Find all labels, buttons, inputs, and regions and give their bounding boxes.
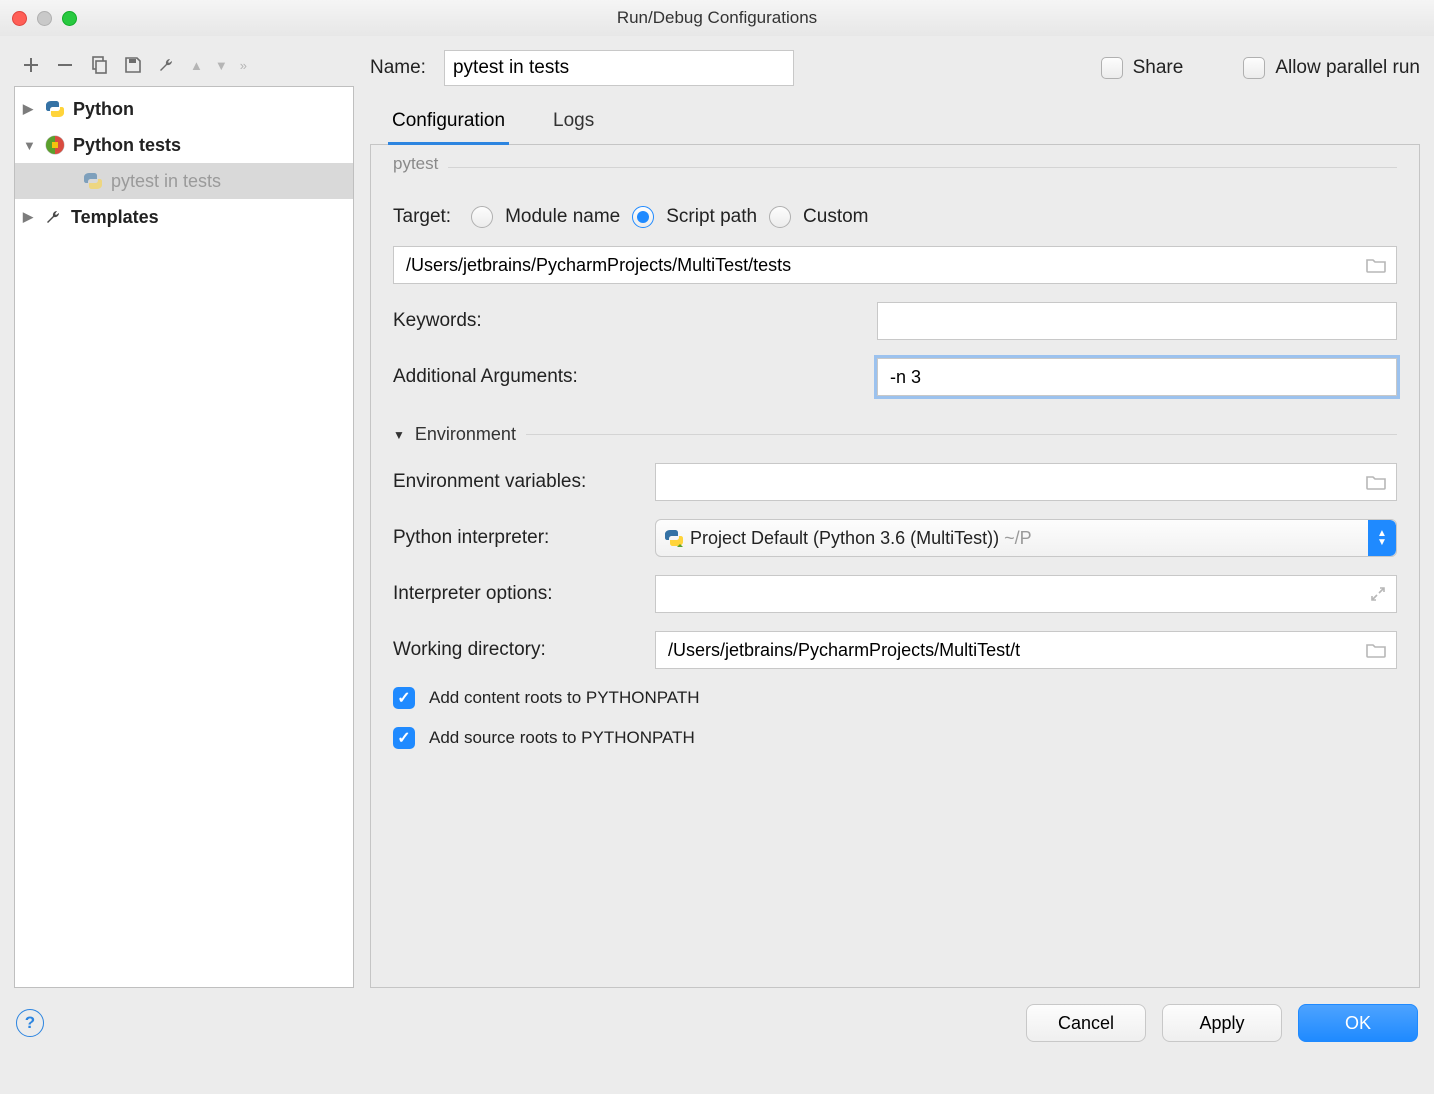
more-icon[interactable]: » [240, 58, 247, 73]
pytest-icon [83, 171, 103, 191]
source-roots-label: Add source roots to PYTHONPATH [429, 728, 695, 748]
wrench-icon [45, 208, 63, 226]
keywords-label: Keywords: [393, 310, 623, 332]
config-tree[interactable]: ▶ Python ▼ Python tests pytest in tests … [14, 86, 354, 988]
python-icon [664, 528, 684, 548]
browse-folder-icon[interactable] [1366, 642, 1386, 658]
cancel-button[interactable]: Cancel [1026, 1004, 1146, 1042]
config-toolbar: ▲ ▼ » [14, 50, 354, 86]
parallel-label: Allow parallel run [1275, 57, 1420, 79]
interpreter-value: Project Default (Python 3.6 (MultiTest)) [690, 528, 999, 548]
move-down-icon[interactable]: ▼ [215, 58, 228, 73]
name-input[interactable] [444, 50, 794, 86]
content-roots-label: Add content roots to PYTHONPATH [429, 688, 700, 708]
radio-label: Module name [505, 206, 620, 228]
share-checkbox[interactable] [1101, 57, 1123, 79]
args-label: Additional Arguments: [393, 366, 623, 388]
radio-label: Script path [666, 206, 757, 228]
copy-icon[interactable] [88, 54, 110, 76]
config-tabs: Configuration Logs [370, 104, 1420, 145]
radio-label: Custom [803, 206, 868, 228]
add-icon[interactable] [20, 54, 42, 76]
browse-folder-icon[interactable] [1366, 474, 1386, 490]
move-up-icon[interactable]: ▲ [190, 58, 203, 73]
collapse-icon: ▼ [393, 428, 405, 442]
args-field[interactable] [877, 358, 1397, 396]
expand-icon[interactable] [1370, 586, 1386, 602]
browse-folder-icon[interactable] [1366, 257, 1386, 273]
interpreter-dropdown[interactable]: Project Default (Python 3.6 (MultiTest))… [655, 519, 1397, 557]
wd-field[interactable] [655, 631, 1397, 669]
python-tests-icon [45, 135, 65, 155]
script-path-field[interactable] [393, 246, 1397, 284]
tree-node-python[interactable]: ▶ Python [15, 91, 353, 127]
share-label: Share [1133, 57, 1184, 79]
expand-icon[interactable]: ▶ [23, 101, 37, 117]
parallel-checkbox[interactable] [1243, 57, 1265, 79]
expand-icon[interactable]: ▶ [23, 209, 37, 225]
keywords-field[interactable] [877, 302, 1397, 340]
tree-label: Templates [71, 207, 159, 228]
apply-button[interactable]: Apply [1162, 1004, 1282, 1042]
ok-button[interactable]: OK [1298, 1004, 1418, 1042]
tree-leaf-pytest[interactable]: pytest in tests [15, 163, 353, 199]
window-title: Run/Debug Configurations [0, 8, 1434, 28]
interp-opts-field[interactable] [655, 575, 1397, 613]
interpreter-label: Python interpreter: [393, 527, 643, 549]
save-icon[interactable] [122, 54, 144, 76]
collapse-icon[interactable]: ▼ [23, 138, 37, 153]
radio-module-name[interactable] [471, 206, 493, 228]
envvars-field[interactable] [655, 463, 1397, 501]
help-button[interactable]: ? [16, 1009, 44, 1037]
source-roots-checkbox[interactable] [393, 727, 415, 749]
remove-icon[interactable] [54, 54, 76, 76]
tree-label: Python tests [73, 135, 181, 156]
radio-script-path[interactable] [632, 206, 654, 228]
tree-label: Python [73, 99, 134, 120]
tab-logs[interactable]: Logs [549, 104, 598, 144]
target-label: Target: [393, 206, 451, 228]
environment-section-toggle[interactable]: ▼ Environment [393, 424, 1397, 445]
pytest-group-label: pytest [393, 154, 448, 174]
interp-opts-label: Interpreter options: [393, 583, 643, 605]
envvars-input[interactable] [666, 466, 1366, 498]
python-icon [45, 99, 65, 119]
tree-node-templates[interactable]: ▶ Templates [15, 199, 353, 235]
interp-opts-input[interactable] [666, 578, 1370, 610]
interpreter-path-dim: ~/P [999, 528, 1032, 548]
radio-custom[interactable] [769, 206, 791, 228]
wd-label: Working directory: [393, 639, 643, 661]
keywords-input[interactable] [888, 305, 1386, 337]
args-input[interactable] [888, 361, 1386, 393]
script-path-input[interactable] [404, 249, 1366, 281]
tree-label: pytest in tests [111, 171, 221, 192]
envvars-label: Environment variables: [393, 471, 643, 493]
wrench-icon[interactable] [156, 54, 178, 76]
dropdown-toggle-icon[interactable]: ▲▼ [1368, 520, 1396, 556]
content-roots-checkbox[interactable] [393, 687, 415, 709]
wd-input[interactable] [666, 634, 1366, 666]
tab-configuration[interactable]: Configuration [388, 104, 509, 145]
tree-node-python-tests[interactable]: ▼ Python tests [15, 127, 353, 163]
environment-label: Environment [415, 424, 516, 445]
name-label: Name: [370, 57, 426, 79]
titlebar: Run/Debug Configurations [0, 0, 1434, 36]
